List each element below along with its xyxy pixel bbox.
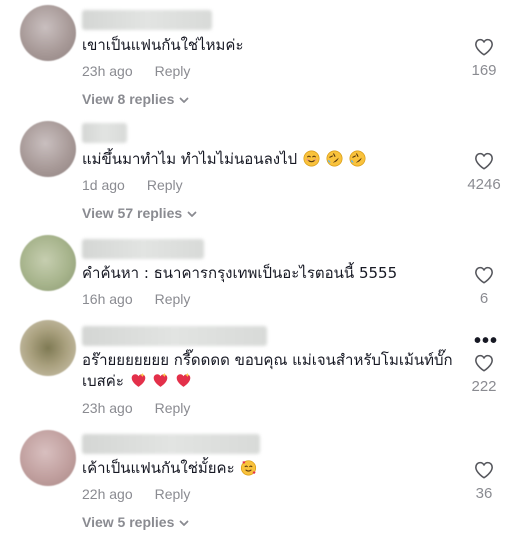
- username-blurred[interactable]: [82, 123, 127, 143]
- comment-text-line: อร๊ายยยยยยย กรี๊ดดดด ขอบคุณ แม่เจนสำหรับ…: [82, 351, 453, 369]
- avatar[interactable]: [20, 235, 76, 291]
- comment-text: แม่ขึ้นมาทำไม ทำไมไม่นอนลงไป: [82, 149, 460, 170]
- like-count: 169: [471, 62, 497, 79]
- comment-text-body: เค้าเป็นแฟนกันใช่มั้ยคะ: [82, 459, 235, 477]
- avatar[interactable]: [20, 121, 76, 177]
- view-replies-label: View 8 replies: [82, 91, 175, 107]
- rolling-laughing-emoji-icon: [326, 150, 343, 167]
- reply-button[interactable]: Reply: [147, 177, 183, 193]
- sparkling-heart-emoji-icon: [131, 372, 145, 387]
- heart-outline-icon[interactable]: [474, 38, 494, 56]
- comment-text-line: เบสค่ะ: [82, 371, 460, 392]
- avatar[interactable]: [20, 430, 76, 486]
- smiling-face-emoji-icon: [303, 150, 320, 167]
- avatar[interactable]: [20, 5, 76, 61]
- like-control: 6: [464, 266, 504, 307]
- username-blurred[interactable]: [82, 10, 212, 30]
- reply-button[interactable]: Reply: [155, 486, 191, 502]
- comment-meta: 16h ago Reply: [82, 291, 190, 307]
- like-control: 222: [464, 354, 504, 395]
- chevron-down-icon: [179, 520, 189, 527]
- comment-time: 1d ago: [82, 177, 125, 193]
- like-control: 4246: [464, 152, 504, 193]
- heart-outline-icon[interactable]: [474, 461, 494, 479]
- heart-outline-icon[interactable]: [474, 266, 494, 284]
- more-options-icon[interactable]: •••: [474, 331, 498, 351]
- comment-text: เค้าเป็นแฟนกันใช่มั้ยคะ: [82, 458, 460, 479]
- comment-text: คำค้นหา : ธนาคารกรุงเทพเป็นอะไรตอนนี้ 55…: [82, 264, 398, 282]
- view-replies-button[interactable]: View 8 replies: [82, 91, 190, 107]
- comment-time: 16h ago: [82, 291, 133, 307]
- username-blurred[interactable]: [82, 434, 260, 454]
- username-blurred[interactable]: [82, 239, 204, 259]
- sparkling-heart-emoji-icon: [154, 372, 168, 387]
- rolling-laughing-emoji-icon: [349, 150, 365, 167]
- chevron-down-icon: [179, 97, 189, 104]
- like-control: 169: [464, 38, 504, 79]
- like-count: 36: [475, 485, 493, 502]
- view-replies-label: View 57 replies: [82, 205, 183, 221]
- comment-time: 22h ago: [82, 486, 133, 502]
- reply-button[interactable]: Reply: [155, 63, 191, 79]
- comment-time: 23h ago: [82, 400, 133, 416]
- sparkling-heart-emoji-icon: [176, 372, 191, 387]
- reply-button[interactable]: Reply: [155, 291, 191, 307]
- view-replies-label: View 5 replies: [82, 514, 175, 530]
- avatar[interactable]: [20, 320, 76, 376]
- like-count: 222: [471, 378, 497, 395]
- heart-outline-icon[interactable]: [474, 354, 494, 372]
- like-control: 36: [464, 461, 504, 502]
- comment-meta: 23h ago Reply: [82, 63, 190, 79]
- comment-meta: 22h ago Reply: [82, 486, 190, 502]
- view-replies-button[interactable]: View 5 replies: [82, 514, 190, 530]
- like-count: 4246: [467, 176, 501, 193]
- chevron-down-icon: [187, 211, 197, 218]
- username-blurred[interactable]: [82, 326, 267, 346]
- comment-text: เขาเป็นแฟนกันใช่ไหมค่ะ: [82, 36, 244, 54]
- comment-meta: 23h ago Reply: [82, 400, 190, 416]
- heart-outline-icon[interactable]: [474, 152, 494, 170]
- reply-button[interactable]: Reply: [155, 400, 191, 416]
- comment-time: 23h ago: [82, 63, 133, 79]
- comment-text-body: แม่ขึ้นมาทำไม ทำไมไม่นอนลงไป: [82, 150, 298, 168]
- like-count: 6: [479, 290, 489, 307]
- view-replies-button[interactable]: View 57 replies: [82, 205, 198, 221]
- comment-meta: 1d ago Reply: [82, 177, 183, 193]
- comment-text: อร๊ายยยยยยย กรี๊ดดดด ขอบคุณ แม่เจนสำหรับ…: [82, 350, 460, 392]
- smiling-hearts-emoji-icon: [241, 460, 257, 476]
